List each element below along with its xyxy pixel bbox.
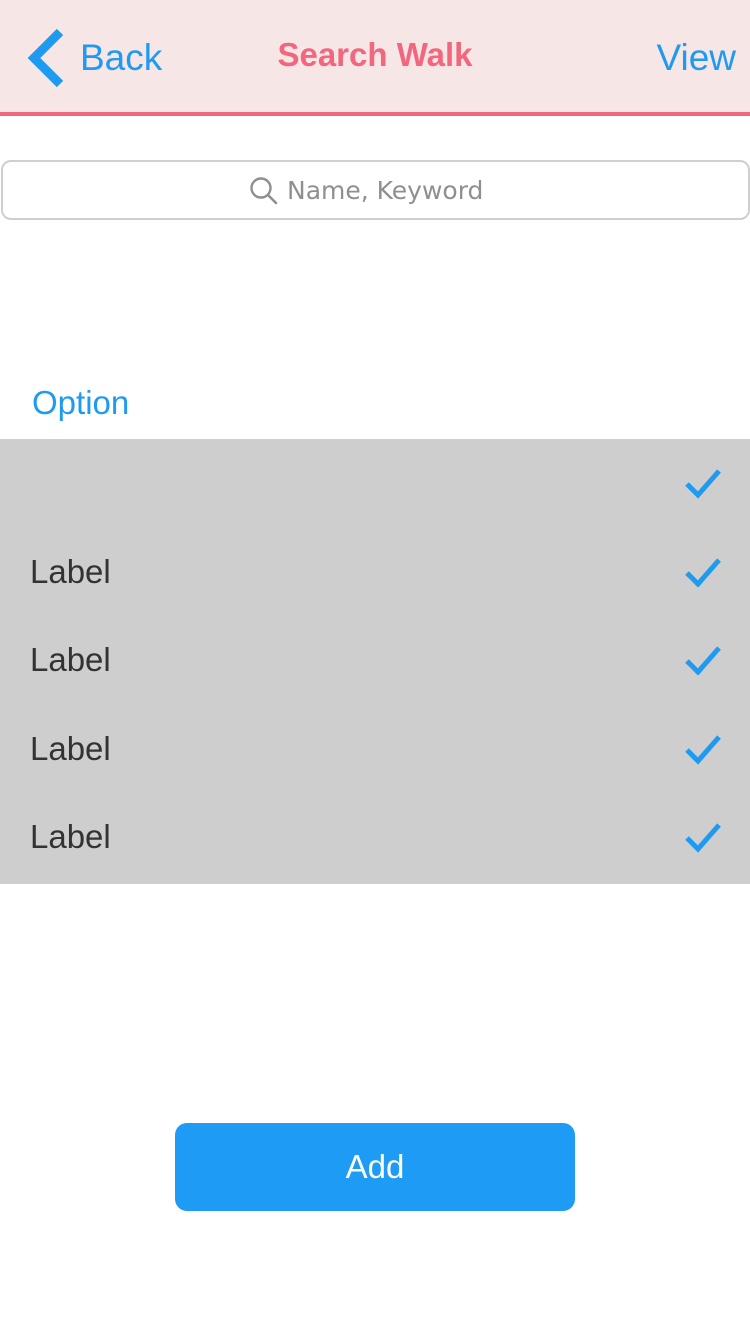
checkmark-icon xyxy=(685,735,721,765)
checkmark-icon xyxy=(685,646,721,676)
checkmark-icon xyxy=(685,558,721,588)
search-icon xyxy=(250,177,278,205)
option-row[interactable]: Label xyxy=(0,793,750,881)
option-row[interactable]: Label xyxy=(0,705,750,793)
checkmark-icon xyxy=(685,823,721,853)
page-title: Search Walk xyxy=(277,36,473,73)
checkmark-icon xyxy=(685,469,721,499)
add-button[interactable]: Add xyxy=(175,1123,575,1211)
option-row[interactable] xyxy=(0,439,750,527)
search-walk-screen: Back Search Walk View Option Label Label xyxy=(0,0,750,1334)
option-label: Label xyxy=(30,553,111,590)
option-list: Label Label Label Label xyxy=(0,439,750,884)
option-row[interactable]: Label xyxy=(0,616,750,704)
section-header-option: Option xyxy=(32,384,130,421)
search-bar[interactable] xyxy=(1,160,750,220)
search-input[interactable] xyxy=(287,175,502,205)
view-button[interactable]: View xyxy=(656,36,736,80)
option-label: Label xyxy=(30,730,111,767)
nav-bar: Back Search Walk View xyxy=(0,0,750,116)
option-label: Label xyxy=(30,818,111,855)
option-label: Label xyxy=(30,641,111,678)
option-row[interactable]: Label xyxy=(0,528,750,616)
